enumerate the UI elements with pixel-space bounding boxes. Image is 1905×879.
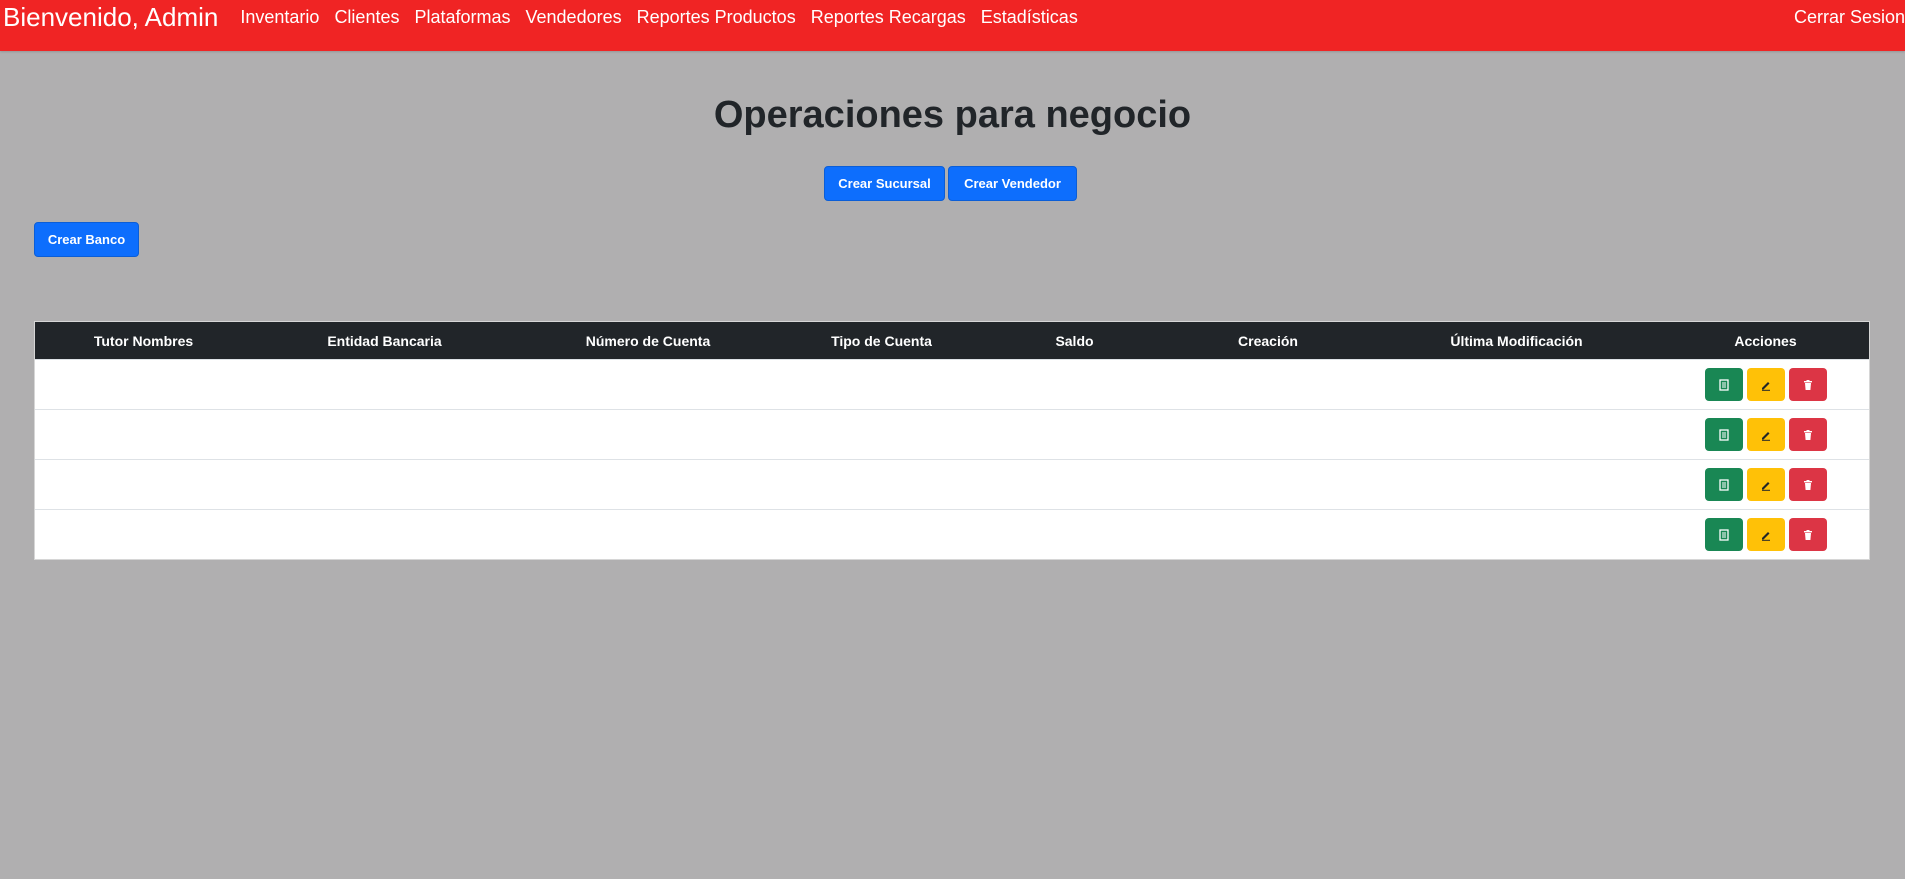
edit-button[interactable] — [1746, 468, 1785, 501]
table-cell — [252, 409, 517, 460]
actions-cell — [1662, 459, 1869, 510]
table-cell — [517, 409, 779, 460]
nav-links: Inventario Clientes Plataformas Vendedor… — [240, 0, 1092, 34]
actions-cell — [1662, 359, 1869, 410]
edit-button[interactable] — [1746, 368, 1785, 401]
table-cell — [35, 409, 252, 460]
column-header-ultima-modificacion: Última Modificación — [1371, 322, 1662, 360]
edit-button[interactable] — [1746, 418, 1785, 451]
table-cell — [35, 509, 252, 559]
actions-cell — [1662, 409, 1869, 460]
document-icon — [1718, 478, 1730, 491]
nav-link-clientes[interactable]: Clientes — [334, 0, 399, 34]
table-cell — [1165, 509, 1371, 559]
nav-link-plataformas[interactable]: Plataformas — [414, 0, 510, 34]
nav-link-reportes-productos[interactable]: Reportes Productos — [637, 0, 796, 34]
table-cell — [517, 459, 779, 510]
table-row — [35, 359, 1869, 410]
nav-link-inventario[interactable]: Inventario — [240, 0, 319, 34]
table-row — [35, 409, 1869, 460]
column-header-acciones: Acciones — [1662, 322, 1869, 360]
table-cell — [1371, 459, 1662, 510]
table-cell — [984, 409, 1165, 460]
column-header-creacion: Creación — [1165, 322, 1371, 360]
document-icon — [1718, 428, 1730, 441]
logout-link[interactable]: Cerrar Sesion — [1794, 0, 1905, 34]
create-seller-button[interactable]: Crear Vendedor — [948, 166, 1077, 201]
table-cell — [779, 459, 984, 510]
trash-icon — [1802, 529, 1814, 541]
table-cell — [984, 459, 1165, 510]
table-cell — [984, 509, 1165, 559]
view-button[interactable] — [1704, 518, 1743, 551]
table-cell — [517, 509, 779, 559]
trash-icon — [1802, 379, 1814, 391]
table-cell — [779, 409, 984, 460]
document-icon — [1718, 528, 1730, 541]
column-header-saldo: Saldo — [984, 322, 1165, 360]
pencil-icon — [1760, 379, 1772, 391]
delete-button[interactable] — [1788, 518, 1827, 551]
navbar-brand[interactable]: Bienvenido, Admin — [0, 0, 218, 34]
create-bank-button[interactable]: Crear Banco — [34, 222, 139, 257]
nav-link-reportes-recargas[interactable]: Reportes Recargas — [811, 0, 966, 34]
column-header-tipo-cuenta: Tipo de Cuenta — [779, 322, 984, 360]
table-cell — [35, 459, 252, 510]
column-header-numero-cuenta: Número de Cuenta — [517, 322, 779, 360]
table-row — [35, 509, 1869, 559]
column-header-tutor-nombres: Tutor Nombres — [35, 322, 252, 360]
nav-link-vendedores[interactable]: Vendedores — [526, 0, 622, 34]
bank-accounts-table: Tutor Nombres Entidad Bancaria Número de… — [34, 321, 1870, 560]
top-navbar: Bienvenido, Admin Inventario Clientes Pl… — [0, 0, 1905, 51]
column-header-entidad-bancaria: Entidad Bancaria — [252, 322, 517, 360]
table-cell — [517, 359, 779, 410]
table-cell — [252, 459, 517, 510]
table-cell — [35, 359, 252, 410]
create-branch-button[interactable]: Crear Sucursal — [824, 166, 945, 201]
trash-icon — [1802, 479, 1814, 491]
pencil-icon — [1760, 479, 1772, 491]
delete-button[interactable] — [1788, 368, 1827, 401]
page-title: Operaciones para negocio — [713, 94, 1192, 136]
table-cell — [252, 359, 517, 410]
table-cell — [1371, 509, 1662, 559]
table-cell — [1165, 409, 1371, 460]
table-cell — [779, 359, 984, 410]
table-cell — [1165, 459, 1371, 510]
delete-button[interactable] — [1788, 468, 1827, 501]
table-row — [35, 459, 1869, 510]
table-cell — [252, 509, 517, 559]
actions-cell — [1662, 509, 1869, 559]
trash-icon — [1802, 429, 1814, 441]
table-header-row: Tutor Nombres Entidad Bancaria Número de… — [35, 322, 1869, 360]
view-button[interactable] — [1704, 468, 1743, 501]
table-cell — [984, 359, 1165, 410]
delete-button[interactable] — [1788, 418, 1827, 451]
table-cell — [779, 509, 984, 559]
document-icon — [1718, 378, 1730, 391]
view-button[interactable] — [1704, 368, 1743, 401]
nav-link-estadisticas[interactable]: Estadísticas — [981, 0, 1078, 34]
table-cell — [1371, 359, 1662, 410]
view-button[interactable] — [1704, 418, 1743, 451]
pencil-icon — [1760, 429, 1772, 441]
table-cell — [1371, 409, 1662, 460]
table-cell — [1165, 359, 1371, 410]
pencil-icon — [1760, 529, 1772, 541]
edit-button[interactable] — [1746, 518, 1785, 551]
